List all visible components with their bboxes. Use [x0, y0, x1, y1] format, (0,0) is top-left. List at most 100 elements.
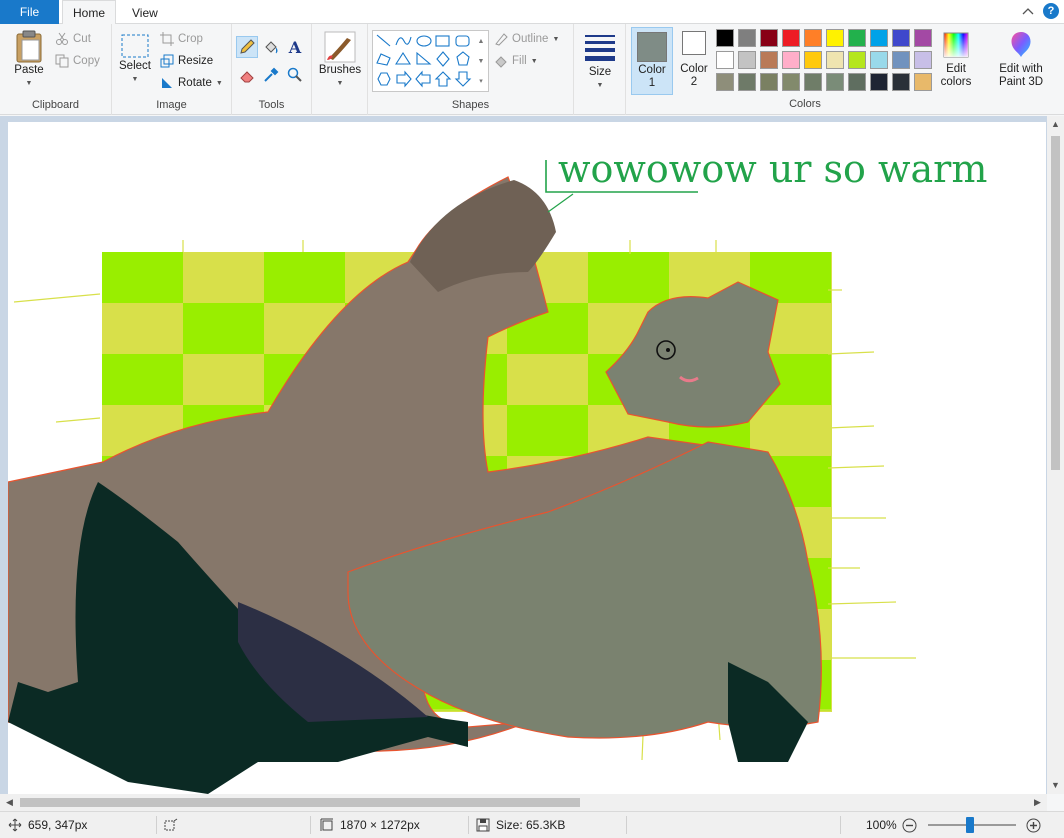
- scroll-right-arrow-icon[interactable]: ▶: [1034, 797, 1041, 808]
- tab-file[interactable]: File: [0, 0, 59, 24]
- outline-button[interactable]: Outline ▼: [494, 29, 559, 49]
- color1-button[interactable]: Color 1: [631, 27, 673, 95]
- color1-label: Color 1: [638, 64, 666, 89]
- tools-group-label: Tools: [258, 99, 285, 111]
- status-separator: [840, 816, 841, 834]
- vertical-scroll-thumb[interactable]: [1051, 136, 1060, 470]
- help-button[interactable]: ?: [1043, 3, 1059, 19]
- horizontal-scrollbar[interactable]: ◀ ▶: [0, 794, 1047, 811]
- rotate-button[interactable]: Rotate ▼: [160, 73, 223, 93]
- shapes-group-label: Shapes: [451, 99, 490, 111]
- palette-swatch[interactable]: [716, 51, 734, 69]
- collapse-ribbon-icon[interactable]: [1022, 6, 1034, 16]
- paste-label: Paste: [14, 64, 44, 76]
- color2-button[interactable]: Color 2: [675, 31, 713, 89]
- palette-swatch[interactable]: [848, 73, 866, 91]
- palette-swatch[interactable]: [782, 51, 800, 69]
- tab-home[interactable]: Home: [62, 0, 117, 25]
- vertical-scrollbar[interactable]: ▲ ▼: [1047, 116, 1064, 794]
- scroll-up-arrow-icon[interactable]: ▲: [1051, 119, 1060, 129]
- group-size: Size ▼: [574, 24, 626, 115]
- text-tool[interactable]: A: [284, 36, 306, 58]
- palette-swatch[interactable]: [738, 73, 756, 91]
- palette-swatch[interactable]: [826, 73, 844, 91]
- palette-swatch[interactable]: [760, 29, 778, 47]
- palette-swatch[interactable]: [782, 73, 800, 91]
- palette-swatch[interactable]: [870, 73, 888, 91]
- palette-swatch[interactable]: [760, 51, 778, 69]
- color2-label: Color 2: [680, 63, 708, 88]
- palette-swatch[interactable]: [804, 51, 822, 69]
- palette-swatch[interactable]: [914, 29, 932, 47]
- cursor-position-text: 659, 347px: [28, 818, 88, 832]
- resize-label: Resize: [178, 55, 214, 67]
- magnifier-tool[interactable]: [284, 64, 306, 86]
- edit-colors-button[interactable]: Edit colors: [934, 31, 978, 89]
- palette-swatch[interactable]: [738, 51, 756, 69]
- speech-tail: [547, 193, 574, 213]
- color-picker-tool[interactable]: [260, 64, 282, 86]
- chevron-down-icon: ▼: [530, 57, 538, 65]
- ribbon-home: Paste ▼ Cut Copy Clipboard Select ▼ Crop…: [0, 24, 1064, 115]
- palette-swatch[interactable]: [914, 51, 932, 69]
- palette-swatch[interactable]: [848, 51, 866, 69]
- palette-swatch[interactable]: [892, 51, 910, 69]
- crosshair-icon: [8, 818, 22, 832]
- select-label: Select: [119, 60, 151, 72]
- fill-label: Fill: [512, 55, 527, 67]
- chevron-down-icon: ▼: [25, 80, 33, 87]
- palette-swatch[interactable]: [716, 73, 734, 91]
- palette-swatch[interactable]: [804, 29, 822, 47]
- drawing-canvas[interactable]: wowowow ur so warm: [8, 122, 1046, 794]
- zoom-out-icon[interactable]: [902, 818, 917, 833]
- shapes-gallery-scroll[interactable]: ▲ ▼ ▾: [476, 32, 486, 92]
- edit-colors-label: Edit colors: [940, 63, 972, 88]
- palette-swatch[interactable]: [848, 29, 866, 47]
- eraser-tool[interactable]: [236, 64, 258, 86]
- status-separator: [626, 816, 627, 834]
- cursor-position: 659, 347px: [8, 812, 87, 838]
- palette-swatch[interactable]: [826, 29, 844, 47]
- brush-icon: [324, 31, 356, 63]
- palette-swatch[interactable]: [782, 29, 800, 47]
- fill-tool[interactable]: [260, 36, 282, 58]
- pencil-tool[interactable]: [236, 36, 258, 58]
- palette-swatch[interactable]: [870, 51, 888, 69]
- tab-view[interactable]: View: [122, 0, 168, 25]
- scroll-down-arrow-icon[interactable]: ▼: [1051, 780, 1060, 790]
- zoom-in-icon[interactable]: [1026, 818, 1041, 833]
- cut-button[interactable]: Cut: [55, 29, 91, 49]
- scroll-left-arrow-icon[interactable]: ◀: [6, 797, 13, 808]
- cut-label: Cut: [73, 33, 91, 45]
- rotate-icon: [162, 78, 172, 88]
- zoom-slider-thumb[interactable]: [966, 817, 974, 833]
- crop-button[interactable]: Crop: [160, 29, 203, 49]
- horizontal-scroll-thumb[interactable]: [20, 798, 580, 807]
- palette-swatch[interactable]: [892, 29, 910, 47]
- color1-swatch: [637, 32, 667, 62]
- palette-swatch[interactable]: [738, 29, 756, 47]
- palette-swatch[interactable]: [760, 73, 778, 91]
- shapes-gallery-icons[interactable]: [373, 31, 490, 93]
- edit-with-paint3d-button[interactable]: Edit with Paint 3D: [988, 29, 1054, 89]
- canvas-area: wowowow ur so warm: [0, 116, 1064, 794]
- copy-button[interactable]: Copy: [55, 51, 100, 71]
- palette-swatch[interactable]: [870, 29, 888, 47]
- resize-button[interactable]: Resize: [160, 51, 213, 71]
- brushes-button[interactable]: Brushes ▼: [317, 30, 363, 90]
- size-button[interactable]: Size ▼: [580, 32, 620, 92]
- chevron-down-icon: ▼: [596, 82, 604, 89]
- paste-button[interactable]: Paste ▼: [8, 30, 50, 90]
- image-dimensions: 1870 × 1272px: [320, 812, 420, 838]
- fill-button[interactable]: Fill ▼: [494, 51, 538, 71]
- palette-swatch[interactable]: [826, 51, 844, 69]
- outline-label: Outline: [512, 33, 549, 45]
- palette-swatch[interactable]: [804, 73, 822, 91]
- speech-caption: wowowow ur so warm: [558, 147, 987, 191]
- palette-swatch[interactable]: [892, 73, 910, 91]
- palette-swatch[interactable]: [716, 29, 734, 47]
- palette-swatch[interactable]: [914, 73, 932, 91]
- crop-icon: [160, 32, 174, 46]
- select-button[interactable]: Select ▼: [116, 32, 154, 86]
- artwork: wowowow ur so warm: [8, 147, 987, 794]
